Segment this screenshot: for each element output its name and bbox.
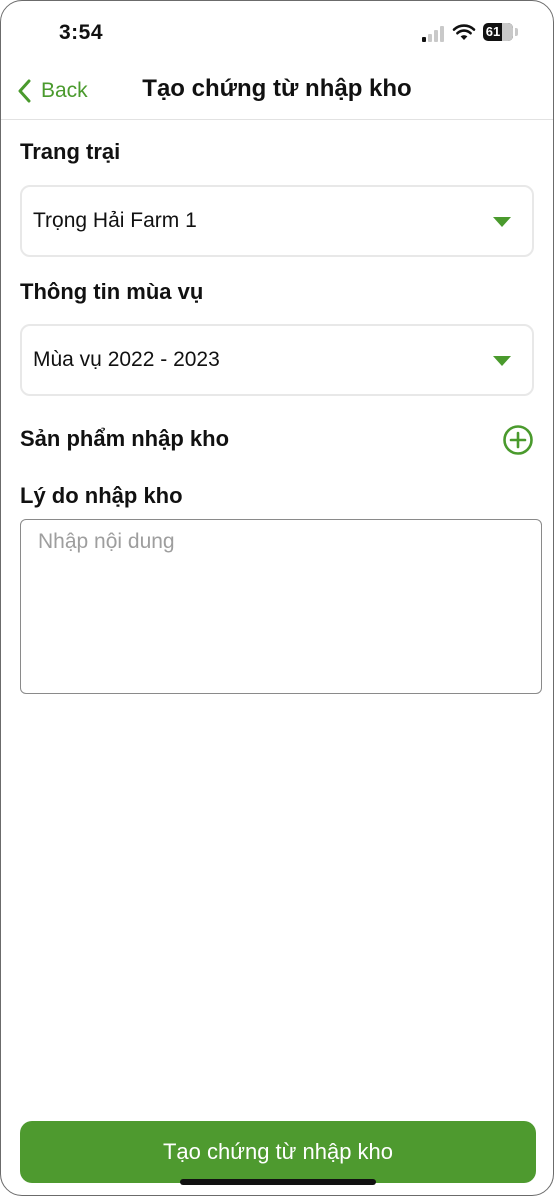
create-receipt-button[interactable]: Tạo chứng từ nhập kho <box>20 1121 536 1183</box>
status-bar: 3:54 61 <box>1 1 553 63</box>
battery-tip <box>515 28 518 36</box>
products-label: Sản phẩm nhập kho <box>20 426 230 451</box>
farm-select[interactable]: Trọng Hải Farm 1 <box>20 185 534 257</box>
navigation-bar: Tạo chứng từ nhập kho Back <box>1 63 553 120</box>
battery-level: 61 <box>485 24 501 39</box>
reason-label: Lý do nhập kho <box>20 483 183 508</box>
season-select[interactable]: Mùa vụ 2022 - 2023 <box>20 324 534 396</box>
wifi-icon <box>452 24 476 40</box>
add-circle-icon[interactable] <box>502 424 534 456</box>
back-button[interactable]: Back <box>17 73 88 109</box>
back-label: Back <box>41 79 88 102</box>
season-select-value: Mùa vụ 2022 - 2023 <box>33 348 220 371</box>
reason-textarea[interactable] <box>20 519 542 694</box>
dropdown-caret-icon <box>493 217 511 227</box>
back-chevron-icon <box>18 79 31 103</box>
season-label: Thông tin mùa vụ <box>20 279 204 304</box>
home-indicator <box>180 1179 376 1185</box>
farm-label: Trang trại <box>20 139 121 164</box>
signal-icon <box>422 26 446 42</box>
status-time: 3:54 <box>59 21 104 44</box>
phone-screen: 3:54 61 Tạo chứng từ nhập kho Back Trang… <box>0 0 554 1196</box>
farm-select-value: Trọng Hải Farm 1 <box>33 209 197 232</box>
battery-icon: 61 <box>483 23 513 41</box>
dropdown-caret-icon <box>493 356 511 366</box>
